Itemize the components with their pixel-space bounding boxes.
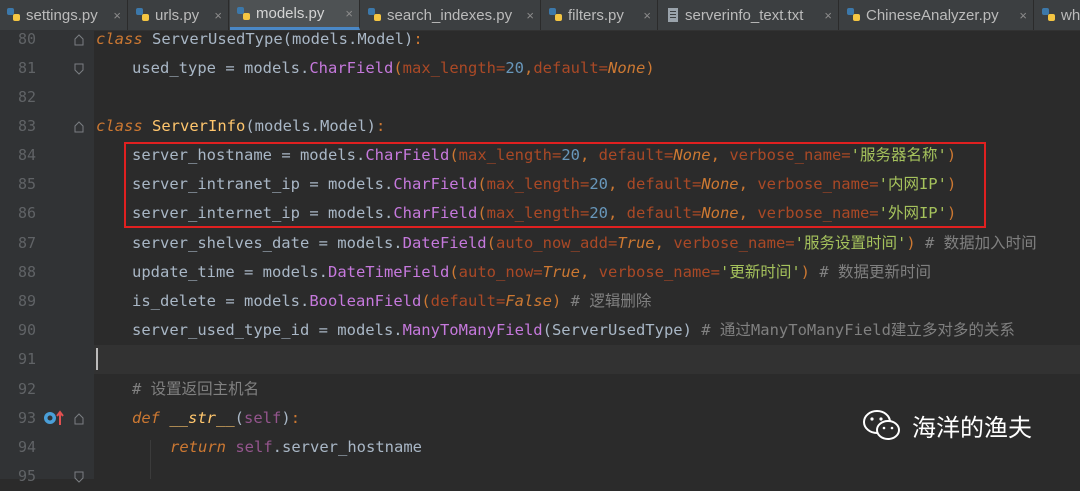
- close-icon[interactable]: ×: [214, 8, 222, 23]
- tab-label: settings.py: [26, 6, 98, 24]
- tab-label: models.py: [256, 5, 325, 22]
- python-file-icon: [136, 8, 149, 21]
- code-line-88: update_time = models.DateTimeField(auto_…: [132, 263, 931, 281]
- line-number: 90: [17, 321, 36, 339]
- close-icon[interactable]: ×: [824, 8, 832, 23]
- watermark: 海洋的渔夫: [862, 408, 1032, 443]
- tab-label: search_indexes.py: [387, 6, 513, 24]
- fold-end-icon[interactable]: [74, 34, 84, 46]
- watermark-text: 海洋的渔夫: [912, 414, 1032, 442]
- python-file-icon: [237, 6, 250, 20]
- tab-label: serverinfo_text.txt: [685, 6, 804, 24]
- line-number: 85: [17, 175, 36, 193]
- code-line-80: class ServerUsedType(models.Model):: [96, 30, 423, 48]
- line-number: 91: [17, 350, 36, 368]
- close-icon[interactable]: ×: [345, 6, 353, 21]
- code-line-81: used_type = models.CharField(max_length=…: [132, 59, 655, 77]
- fold-end-icon[interactable]: [74, 63, 84, 75]
- line-number: 87: [17, 234, 36, 252]
- code-line-93: def __str__(self):: [132, 409, 301, 427]
- code-line-92: # 设置返回主机名: [132, 380, 260, 398]
- close-icon[interactable]: ×: [113, 8, 121, 23]
- tab-filters-py[interactable]: filters.py ×: [542, 0, 658, 30]
- line-number: 84: [17, 146, 36, 164]
- tab-serverinfo-text-txt[interactable]: serverinfo_text.txt ×: [659, 0, 839, 30]
- code-line-83: class ServerInfo(models.Model):: [96, 117, 386, 135]
- wechat-icon: [863, 409, 900, 440]
- tab-label: urls.py: [155, 6, 200, 24]
- python-file-icon: [7, 8, 20, 21]
- tab-label: ChineseAnalyzer.py: [866, 6, 999, 24]
- line-number: 88: [17, 263, 36, 281]
- override-marker-icon[interactable]: [42, 408, 66, 428]
- line-number: 95: [17, 467, 36, 485]
- python-file-icon: [549, 8, 562, 21]
- line-number: 83: [17, 117, 36, 135]
- close-icon[interactable]: ×: [1019, 8, 1027, 23]
- line-number: 93: [17, 409, 36, 427]
- python-file-icon: [1042, 8, 1055, 21]
- code-line-87: server_shelves_date = models.DateField(a…: [132, 234, 1037, 252]
- fold-start-icon[interactable]: [74, 413, 84, 425]
- tab-wh-py[interactable]: wh: [1035, 0, 1080, 30]
- tab-label: wh: [1061, 6, 1080, 24]
- highlight-box: [124, 142, 986, 228]
- indent-guide: [150, 440, 151, 479]
- close-icon[interactable]: ×: [526, 8, 534, 23]
- line-number: 94: [17, 438, 36, 456]
- close-icon[interactable]: ×: [643, 8, 651, 23]
- fold-end-icon[interactable]: [74, 471, 84, 483]
- line-number: 80: [17, 30, 36, 48]
- line-number: 92: [17, 380, 36, 398]
- line-number: 81: [17, 59, 36, 77]
- tab-label: filters.py: [568, 6, 624, 24]
- line-number: 82: [17, 88, 36, 106]
- tab-chineseanalyzer-py[interactable]: ChineseAnalyzer.py ×: [840, 0, 1034, 30]
- line-number: 89: [17, 292, 36, 310]
- code-line-90: server_used_type_id = models.ManyToManyF…: [132, 321, 1015, 339]
- code-line-89: is_delete = models.BooleanField(default=…: [132, 292, 652, 310]
- python-file-icon: [368, 8, 381, 21]
- fold-start-icon[interactable]: [74, 121, 84, 133]
- code-line-94: return self.server_hostname: [170, 438, 422, 456]
- current-line-highlight: [94, 345, 1080, 374]
- line-number: 86: [17, 204, 36, 222]
- text-file-icon: [668, 8, 678, 22]
- text-caret: [96, 348, 98, 370]
- python-file-icon: [847, 8, 860, 21]
